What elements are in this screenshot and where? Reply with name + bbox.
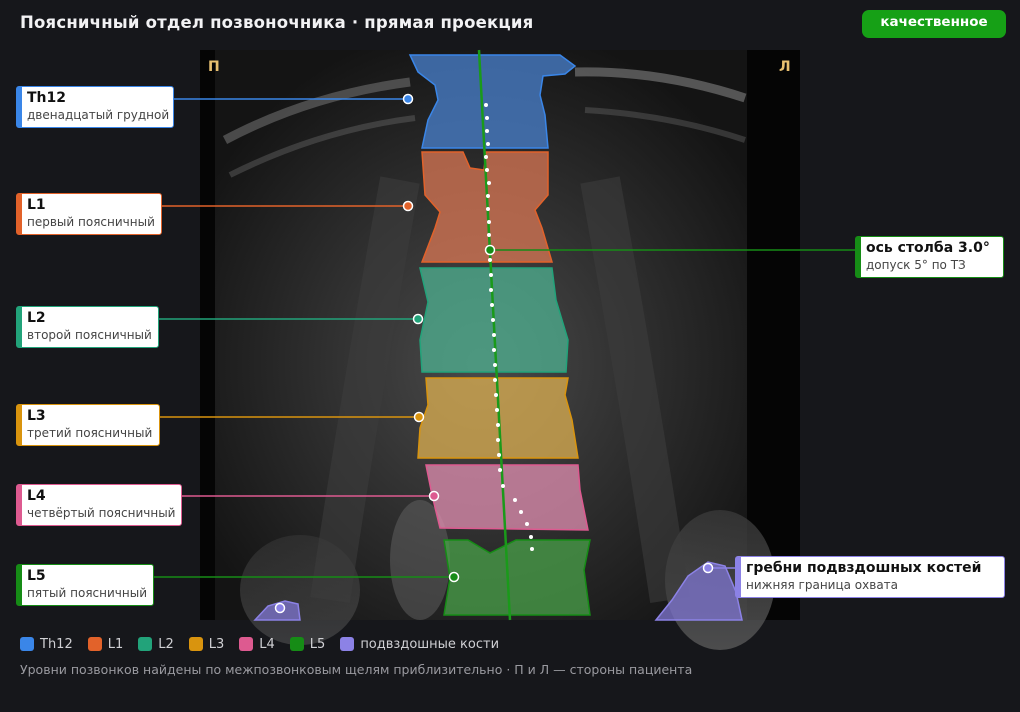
legend-swatch-l4 [239, 637, 254, 651]
callout-l5-name: L5 [27, 568, 46, 584]
callout-iliac-subtitle: нижняя граница охвата [746, 578, 899, 592]
anchor-iliac-right [274, 602, 286, 614]
legend-item-l4[interactable]: L4 [239, 637, 275, 652]
callout-l2-subtitle: второй поясничный [27, 328, 152, 342]
legend-swatch-l2 [138, 637, 153, 651]
callout-iliac-crests[interactable]: гребни подвздошных костей нижняя граница… [735, 556, 1005, 598]
callout-l3-name: L3 [27, 408, 46, 424]
legend-swatch-th12 [20, 637, 34, 651]
legend-swatch-l5 [289, 637, 304, 651]
callout-l4-name: L4 [27, 488, 46, 504]
callout-spine-axis[interactable]: ось столба 3.0° допуск 5° по ТЗ [855, 236, 1004, 278]
legend-item-l3[interactable]: L3 [188, 636, 225, 652]
legend-item-iliac[interactable]: подвздошные кости [340, 637, 499, 652]
callout-l1[interactable]: L1 первый поясничный [16, 193, 162, 235]
callout-l1-name: L1 [27, 197, 46, 213]
anchor-th12 [402, 93, 414, 105]
legend-item-l5[interactable]: L5 [289, 636, 326, 652]
callout-l5-subtitle: пятый поясничный [27, 586, 147, 600]
callout-l2[interactable]: L2 второй поясничный [16, 306, 159, 348]
legend: Th12 L1 L2 L3 L4 L5 подвздошные кости [20, 634, 514, 654]
legend-label: L3 [208, 636, 225, 652]
callout-l5[interactable]: L5 пятый поясничный [16, 564, 154, 606]
vertebra-l4[interactable] [425, 464, 589, 531]
callout-l2-name: L2 [27, 310, 46, 326]
legend-swatch-l1 [87, 637, 102, 651]
legend-item-l2[interactable]: L2 [138, 637, 174, 652]
legend-label: Th12 [40, 636, 73, 652]
side-marker-left: Л [779, 59, 791, 75]
callout-l4-subtitle: четвёртый поясничный [27, 506, 176, 520]
legend-label: L1 [107, 636, 124, 652]
legend-swatch-iliac [340, 637, 355, 651]
legend-label: подвздошные кости [360, 636, 500, 652]
callout-axis-subtitle: допуск 5° по ТЗ [866, 258, 966, 272]
legend-label: L4 [259, 636, 275, 652]
anchor-l3 [413, 411, 425, 423]
callout-l3[interactable]: L3 третий поясничный [16, 404, 160, 446]
callout-l1-subtitle: первый поясничный [27, 215, 155, 229]
anchor-l4 [428, 490, 440, 502]
anchor-axis [484, 244, 496, 256]
vertebra-l5[interactable] [443, 539, 591, 616]
anchor-l1 [402, 200, 414, 212]
legend-label: L5 [309, 636, 326, 652]
anchor-iliac [702, 562, 714, 574]
legend-item-l1[interactable]: L1 [87, 636, 124, 652]
anchor-l2 [412, 313, 424, 325]
callout-th12-subtitle: двенадцатый грудной [27, 108, 170, 122]
callout-axis-name: ось столба 3.0° [866, 240, 990, 256]
callout-th12[interactable]: Th12 двенадцатый грудной [16, 86, 174, 128]
footnote: Уровни позвонков найдены по межпозвонков… [20, 662, 693, 677]
legend-item-th12[interactable]: Th12 [20, 637, 73, 652]
callout-l4[interactable]: L4 четвёртый поясничный [16, 484, 182, 526]
anchor-l5 [448, 571, 460, 583]
legend-swatch-l3 [188, 637, 203, 651]
callout-iliac-name: гребни подвздошных костей [746, 560, 982, 576]
side-marker-right: П [208, 59, 220, 75]
legend-label: L2 [158, 636, 174, 652]
callout-th12-name: Th12 [27, 90, 66, 106]
callout-l3-subtitle: третий поясничный [27, 426, 153, 440]
